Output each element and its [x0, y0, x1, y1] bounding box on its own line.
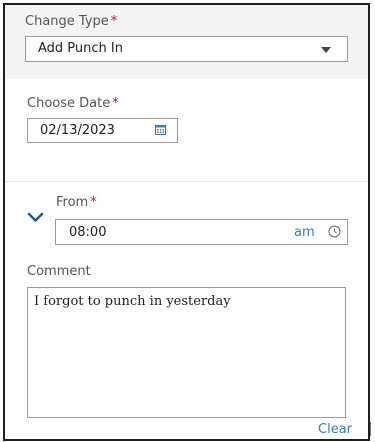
required-asterisk: * — [112, 96, 119, 111]
chevron-down-icon[interactable] — [27, 212, 44, 223]
change-type-section: Change Type * Add Punch In — [5, 5, 368, 79]
choose-date-label-text: Choose Date — [27, 96, 111, 111]
punch-change-form: Change Type * Add Punch In Choose Date * 0… — [3, 3, 370, 441]
comment-label: Comment — [27, 264, 91, 279]
required-asterisk: * — [110, 14, 118, 29]
clock-icon[interactable] — [328, 225, 341, 238]
clear-link[interactable]: Clear — [318, 422, 352, 437]
change-type-label: Change Type * — [25, 14, 117, 29]
date-value: 02/13/2023 — [40, 123, 115, 138]
meridiem-toggle[interactable]: am — [294, 225, 315, 240]
from-label-text: From — [56, 195, 89, 210]
comment-text: I forgot to punch in yesterday — [34, 294, 231, 309]
chevron-down-icon — [321, 47, 331, 53]
date-input[interactable]: 02/13/2023 — [27, 118, 178, 143]
change-type-selected-value: Add Punch In — [38, 41, 123, 56]
edge-divider — [370, 422, 371, 436]
calendar-icon[interactable] — [155, 124, 166, 135]
comment-textarea[interactable]: I forgot to punch in yesterday — [27, 287, 346, 418]
choose-date-label: Choose Date * — [27, 96, 119, 111]
from-time-value: 08:00 — [69, 225, 107, 240]
change-type-label-text: Change Type — [25, 14, 109, 29]
from-time-input[interactable]: 08:00 am — [55, 219, 348, 245]
from-label: From * — [56, 195, 97, 210]
required-asterisk: * — [90, 195, 97, 210]
change-type-select[interactable]: Add Punch In — [25, 36, 348, 62]
